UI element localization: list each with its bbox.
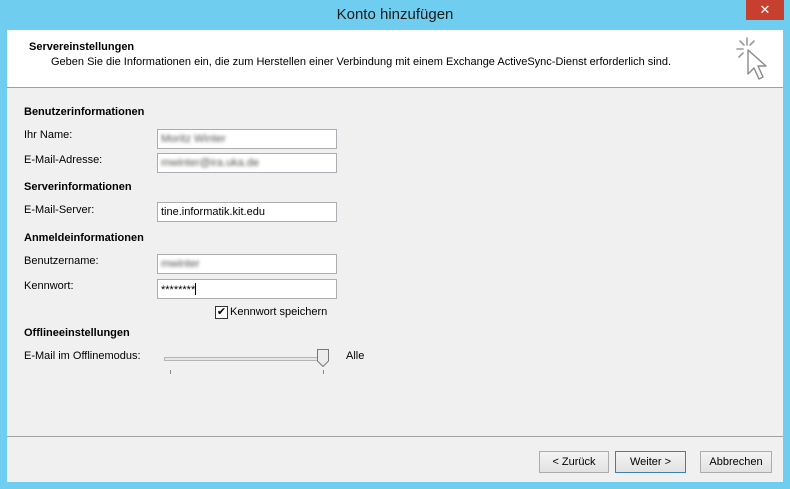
password-label: Kennwort: xyxy=(24,280,74,292)
server-input[interactable]: tine.informatik.kit.edu xyxy=(157,202,337,222)
password-input[interactable]: ******** xyxy=(157,279,337,299)
offline-slider-thumb[interactable] xyxy=(317,349,329,367)
offline-mode-value: Alle xyxy=(346,350,365,362)
name-label: Ihr Name: xyxy=(24,129,73,141)
header-title: Servereinstellungen xyxy=(29,41,135,53)
back-button[interactable]: < Zurück xyxy=(539,451,609,473)
email-label: E-Mail-Adresse: xyxy=(24,154,103,166)
remember-password-label[interactable]: Kennwort speichern xyxy=(230,306,327,318)
window-title: Konto hinzufügen xyxy=(336,6,454,23)
offline-mode-label: E-Mail im Offlinemodus: xyxy=(24,350,141,362)
username-input[interactable]: mwinter xyxy=(157,254,337,274)
dialog-client-area: Servereinstellungen Geben Sie die Inform… xyxy=(7,30,783,482)
password-value: ******** xyxy=(161,284,196,296)
name-value: Moritz Winter xyxy=(161,133,226,145)
email-value: mwinter@ira.uka.de xyxy=(161,157,259,169)
footer-separator xyxy=(7,436,783,437)
cursor-click-icon xyxy=(736,37,767,80)
close-button[interactable]: ✕ xyxy=(746,0,784,20)
section-login-info: Anmeldeinformationen xyxy=(24,232,144,244)
dialog-window: Konto hinzufügen ✕ Servereinstellungen G… xyxy=(0,0,790,489)
server-label: E-Mail-Server: xyxy=(24,204,95,216)
email-input[interactable]: mwinter@ira.uka.de xyxy=(157,153,337,173)
section-offline: Offlineeinstellungen xyxy=(24,327,130,339)
remember-password-checkbox[interactable]: ✔ xyxy=(215,306,228,319)
section-server-info: Serverinformationen xyxy=(24,181,132,193)
cancel-button[interactable]: Abbrechen xyxy=(700,451,772,473)
name-input[interactable]: Moritz Winter xyxy=(157,129,337,149)
slider-tick-max xyxy=(323,370,324,374)
header-separator xyxy=(7,87,783,88)
title-bar: Konto hinzufügen ✕ xyxy=(0,0,790,30)
username-label: Benutzername: xyxy=(24,255,99,267)
slider-tick-min xyxy=(170,370,171,374)
text-caret xyxy=(195,283,197,295)
header-description: Geben Sie die Informationen ein, die zum… xyxy=(51,56,671,68)
section-user-info: Benutzerinformationen xyxy=(24,106,145,118)
next-button[interactable]: Weiter > xyxy=(615,451,686,473)
header-panel: Servereinstellungen Geben Sie die Inform… xyxy=(7,30,783,87)
username-value: mwinter xyxy=(161,258,200,270)
offline-slider-track[interactable] xyxy=(164,357,326,361)
